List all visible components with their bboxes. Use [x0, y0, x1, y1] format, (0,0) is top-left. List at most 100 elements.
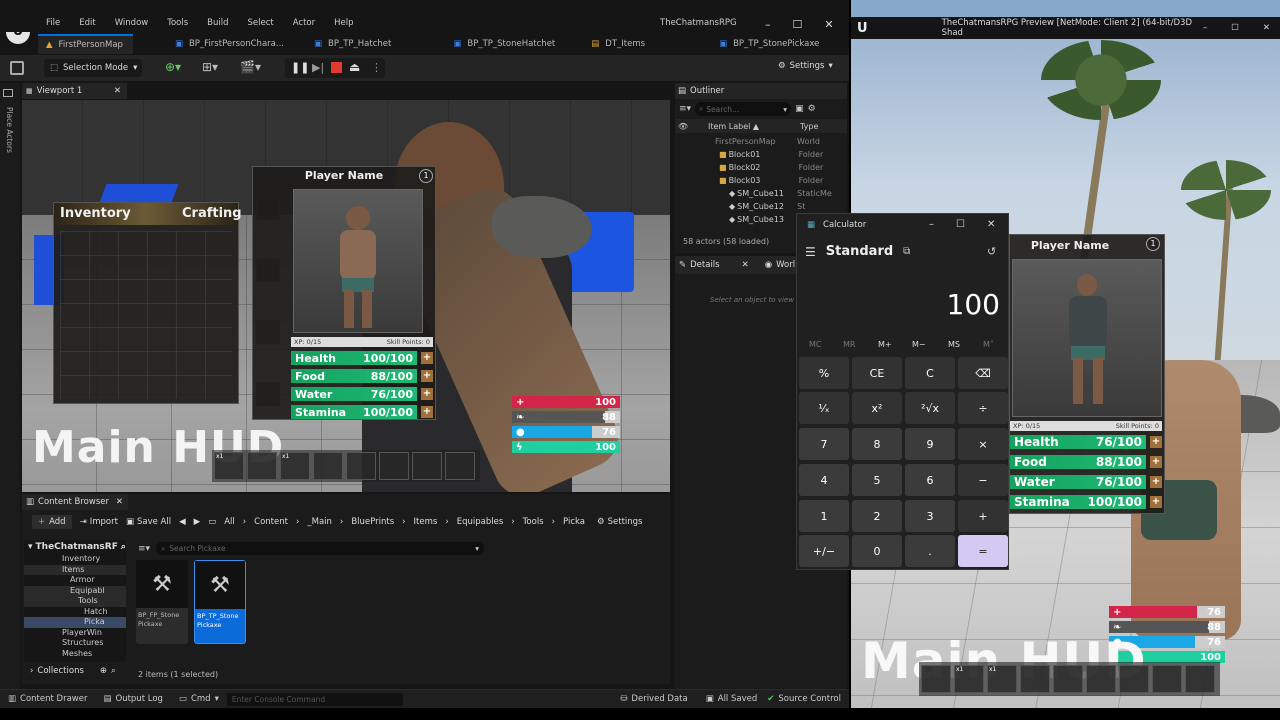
menu-file[interactable]: File — [46, 18, 60, 28]
hotbar-slot[interactable] — [1053, 665, 1083, 693]
tree-item[interactable]: Equipabl — [24, 585, 126, 596]
breadcrumb-all[interactable]: All — [224, 517, 235, 527]
key-0[interactable]: 0 — [852, 535, 902, 567]
tree-item[interactable]: Meshes — [24, 649, 126, 660]
import-button[interactable]: ⇥ Import — [80, 517, 118, 527]
tree-item[interactable]: Hatch — [24, 607, 126, 618]
search-icon[interactable]: ⌕ — [121, 542, 126, 552]
hamburger-menu-icon[interactable]: ☰ — [805, 245, 816, 259]
tab-outliner[interactable]: ▤ Outliner — [675, 83, 847, 99]
tree-item-selected[interactable]: Picka — [24, 617, 126, 628]
tab-bp-tp-stonehatchet[interactable]: ▣ BP_TP_StoneHatchet — [445, 34, 565, 54]
pause-icon[interactable]: ❚❚ — [291, 61, 309, 74]
hotbar-slot[interactable] — [1152, 665, 1182, 693]
menu-edit[interactable]: Edit — [79, 18, 95, 28]
maximize-icon[interactable]: ☐ — [1231, 23, 1239, 33]
tab-firstpersonmap[interactable]: ▲ FirstPersonMap — [38, 34, 133, 54]
menu-tools[interactable]: Tools — [167, 18, 188, 28]
close-tab-icon[interactable]: ✕ — [116, 497, 123, 507]
key-8[interactable]: 8 — [852, 428, 902, 460]
crafting-title[interactable]: Crafting — [182, 206, 242, 221]
column-type[interactable]: Type — [800, 122, 818, 131]
eject-icon[interactable]: ⏏ — [349, 60, 360, 74]
key-negate[interactable]: +/− — [799, 535, 849, 567]
tree-item[interactable]: Structures — [24, 638, 126, 649]
add-button[interactable]: + Add — [32, 515, 72, 529]
key-equals[interactable]: = — [958, 535, 1008, 567]
breadcrumb-main[interactable]: _Main — [307, 517, 332, 527]
key-7[interactable]: 7 — [799, 428, 849, 460]
all-saved-button[interactable]: ▣ All Saved — [706, 694, 758, 704]
tab-viewport[interactable]: ▦ Viewport 1 ✕ — [22, 83, 127, 99]
hotbar-slot[interactable] — [1185, 665, 1215, 693]
column-item-label[interactable]: Item Label ▲ — [708, 122, 800, 131]
hotbar-slot[interactable]: x1 — [987, 665, 1017, 693]
derived-data-button[interactable]: ⛁ Derived Data — [620, 694, 687, 704]
memory-add-button[interactable]: M+ — [878, 340, 892, 349]
cinematics-icon[interactable]: 🎬▾ — [240, 60, 261, 74]
key-minus[interactable]: − — [958, 464, 1008, 496]
menu-help[interactable]: Help — [334, 18, 353, 28]
add-collection-icon[interactable]: ⊕ — [100, 666, 107, 676]
plus-button[interactable]: + — [1150, 476, 1162, 488]
minimize-icon[interactable]: – — [765, 18, 771, 31]
key-9[interactable]: 9 — [905, 428, 955, 460]
inventory-title[interactable]: Inventory — [60, 206, 131, 221]
folder-add-icon[interactable]: ▣ — [795, 104, 804, 114]
history-back-icon[interactable]: ◀ — [179, 517, 186, 527]
cmd-dropdown[interactable]: ▭ Cmd ▾ — [179, 694, 219, 704]
hotbar-slot[interactable] — [445, 452, 475, 480]
visibility-icon[interactable]: 👁 — [678, 122, 708, 131]
level-viewport[interactable]: Inventory Crafting Player Name 1 XP: 0/1… — [22, 100, 670, 492]
tab-content-browser[interactable]: ▥ Content Browser ✕ — [22, 494, 128, 510]
tree-root[interactable]: ▾ TheChatmansRF ⌕ — [24, 540, 126, 554]
maximize-icon[interactable]: ☐ — [956, 219, 965, 230]
key-3[interactable]: 3 — [905, 500, 955, 532]
hotbar-slot[interactable]: x1 — [280, 452, 310, 480]
gear-icon[interactable]: ⚙ — [808, 104, 816, 114]
save-icon[interactable] — [10, 61, 24, 75]
close-icon[interactable]: ✕ — [1263, 23, 1270, 33]
history-icon[interactable]: ↺ — [987, 245, 996, 258]
tab-details[interactable]: Details — [690, 260, 719, 270]
place-actors-icon[interactable] — [3, 89, 13, 97]
search-icon[interactable]: ⌕ — [111, 666, 116, 676]
asset-search-input[interactable]: ⌕ Search Pickaxe ▾ — [156, 542, 485, 555]
key-plus[interactable]: + — [958, 500, 1008, 532]
output-log-button[interactable]: ▤ Output Log — [103, 694, 162, 704]
tree-item[interactable]: Items — [24, 564, 126, 575]
hotbar-slot[interactable] — [1119, 665, 1149, 693]
menu-actor[interactable]: Actor — [293, 18, 315, 28]
more-options-icon[interactable]: ⋮ — [371, 61, 382, 74]
key-clear[interactable]: C — [905, 357, 955, 389]
content-drawer-button[interactable]: ▥ Content Drawer — [8, 694, 87, 704]
tab-bp-tp-stonepickaxe[interactable]: ▣ BP_TP_StonePickaxe — [711, 34, 829, 54]
key-4[interactable]: 4 — [799, 464, 849, 496]
breadcrumb-pickaxe[interactable]: Picka — [563, 517, 585, 527]
selection-mode-dropdown[interactable]: ⬚ Selection Mode ▾ — [44, 59, 142, 77]
minimize-icon[interactable]: – — [929, 219, 934, 230]
key-square[interactable]: x² — [852, 392, 902, 424]
tree-item[interactable]: Armor — [24, 575, 126, 586]
hotbar-slot[interactable] — [313, 452, 343, 480]
plus-button[interactable]: + — [1150, 456, 1162, 468]
menu-window[interactable]: Window — [115, 18, 149, 28]
key-decimal[interactable]: . — [905, 535, 955, 567]
content-settings-button[interactable]: ⚙ Settings — [597, 517, 643, 527]
breadcrumb-tools[interactable]: Tools — [523, 517, 544, 527]
outliner-row[interactable]: ■ Block01 Folder — [675, 148, 847, 161]
source-control-button[interactable]: ✔ Source Control — [767, 694, 841, 704]
close-icon[interactable]: ✕ — [987, 219, 995, 230]
console-input[interactable]: Enter Console Command — [226, 692, 403, 706]
filter-icon[interactable]: ≡▾ — [138, 544, 150, 554]
outliner-row[interactable]: ◆ SM_Cube11 StaticMe — [675, 187, 847, 200]
close-tab-icon[interactable]: ✕ — [114, 86, 121, 96]
plus-button[interactable]: + — [1150, 436, 1162, 448]
memory-recall-button[interactable]: MR — [843, 340, 855, 349]
hotbar-slot[interactable] — [412, 452, 442, 480]
settings-button[interactable]: ⚙ Settings ▾ — [778, 61, 833, 71]
plus-button[interactable]: + — [421, 388, 433, 400]
hotbar-slot[interactable] — [379, 452, 409, 480]
hotbar-slot[interactable] — [247, 452, 277, 480]
outliner-row[interactable]: ◆ SM_Cube12 St — [675, 200, 847, 213]
